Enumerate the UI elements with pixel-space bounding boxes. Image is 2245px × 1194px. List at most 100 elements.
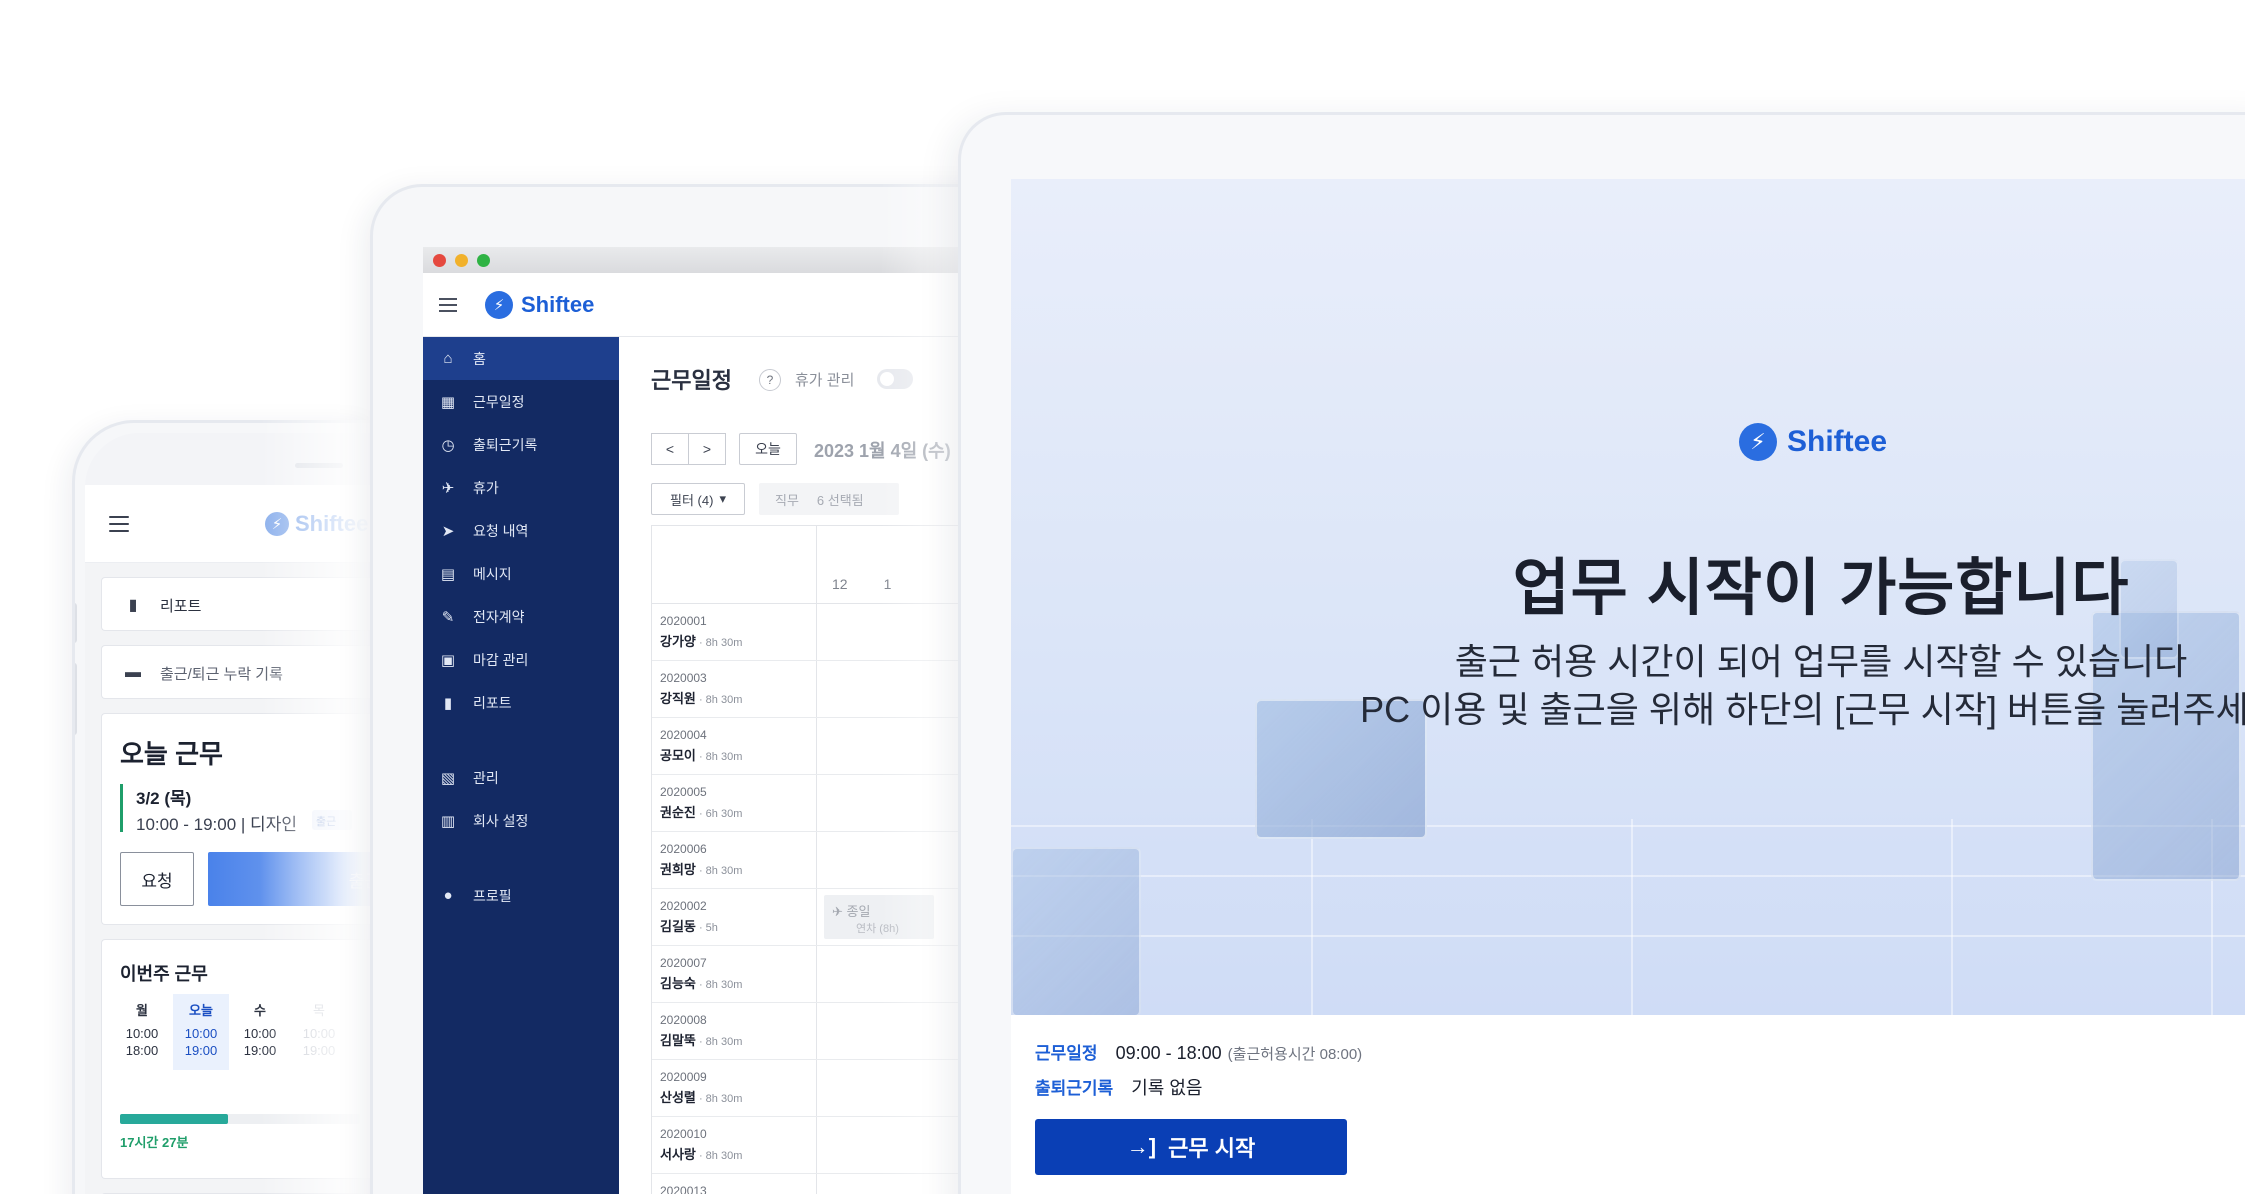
sidebar-item-company-settings[interactable]: ▥ 회사 설정 (423, 799, 619, 842)
sidebar: ⌂ 홈 ▦ 근무일정 ◷ 출퇴근기록 ✈ 휴가 ➤ 요청 내역 ▤ 메시지 ✎ … (423, 337, 619, 1194)
week-day[interactable]: 월 10:00 18:00 (114, 994, 170, 1070)
phone-speaker (295, 463, 343, 468)
close-window-button[interactable] (433, 253, 446, 267)
table-row[interactable]: 2020002 김길동 · 5h ✈ 종일 연차 (8h) (652, 889, 1010, 946)
sidebar-item-schedule[interactable]: ▦ 근무일정 (423, 380, 619, 423)
sidebar-item-label: 출퇴근기록 (473, 436, 538, 453)
leave-toggle[interactable] (877, 369, 913, 389)
employee-hours: 8h 30m (705, 1036, 743, 1048)
record-label: 출퇴근기록 (1035, 1079, 1114, 1098)
minimize-window-button[interactable] (455, 253, 468, 267)
report-row[interactable]: ▮ 리포트 (101, 577, 372, 631)
shift-info: 근무일정 09:00 - 18:00 (출근허용시간 08:00) 출퇴근기록 … (1035, 1039, 1362, 1110)
sidebar-item-label: 요청 내역 (473, 522, 529, 539)
week-day[interactable]: 수 10:00 19:00 (232, 994, 288, 1070)
user-icon: ● (443, 887, 453, 904)
shift-time: 10:00 - 19:00 | 디자인 (136, 815, 297, 834)
table-row[interactable]: 2020013 (652, 1174, 1010, 1194)
hamburger-icon[interactable] (439, 297, 457, 312)
sidebar-item-leave[interactable]: ✈ 휴가 (423, 466, 619, 509)
leave-block[interactable]: ✈ 종일 연차 (8h) (824, 895, 934, 939)
table-row[interactable]: 2020009 산성렬 · 8h 30m (652, 1060, 1010, 1117)
sidebar-item-closing[interactable]: ▣ 마감 관리 (423, 638, 619, 681)
sidebar-item-label: 마감 관리 (473, 651, 529, 668)
today-title: 오늘 근무 (120, 739, 223, 769)
table-row[interactable]: 2020007 김능숙 · 8h 30m (652, 946, 1010, 1003)
employee-name-text: 산성렬 (660, 1090, 696, 1105)
shiftee-logo-icon: ⚡ (1739, 423, 1777, 461)
today-button[interactable]: 오늘 (739, 433, 797, 465)
table-row[interactable]: 2020010 서사랑 · 8h 30m (652, 1117, 1010, 1174)
employee-hours: 8h 30m (705, 694, 743, 706)
employee-hours: 8h 30m (705, 637, 743, 649)
employee-name-text: 공모이 (660, 748, 696, 763)
contract-icon: ✎ (441, 608, 455, 626)
sidebar-item-profile[interactable]: ● 프로필 (423, 874, 619, 917)
employee-name-text: 서사랑 (660, 1147, 696, 1162)
sidebar-item-manage[interactable]: ▧ 관리 (423, 756, 619, 799)
sidebar-item-report[interactable]: ▮ 리포트 (423, 681, 619, 724)
hour-label: 12 (832, 576, 848, 592)
laptop-device: ⚡ Shiftee 업무 시작이 가능합니다 출근 허용 시간이 되어 업무를 … (958, 112, 2245, 1194)
sidebar-item-label: 관리 (473, 769, 499, 786)
send-icon: ➤ (441, 522, 455, 540)
table-row[interactable]: 2020003 강직원 · 8h 30m (652, 661, 1010, 718)
brand-name: Shiftee (521, 291, 595, 317)
week-day[interactable]: 목 10:00 19:00 (291, 994, 347, 1070)
hamburger-icon[interactable] (109, 515, 129, 532)
hero-logo: ⚡ Shiftee (1739, 423, 1887, 461)
schedule-label: 근무일정 (1035, 1044, 1098, 1063)
role-select[interactable]: 직무 6 선택됨 (759, 483, 899, 515)
employee-hours: 5h (705, 922, 718, 934)
employee-hours: 8h 30m (705, 751, 743, 763)
maximize-window-button[interactable] (477, 253, 490, 267)
prev-button[interactable]: < (651, 433, 689, 465)
record-value: 기록 없음 (1131, 1078, 1203, 1098)
role-label: 직무 (775, 492, 799, 508)
app-logo[interactable]: ⚡ Shiftee (485, 290, 595, 319)
help-icon[interactable]: ? (759, 369, 781, 391)
week-day-today[interactable]: 오늘 10:00 19:00 (173, 994, 229, 1070)
brand-name: Shiftee (295, 511, 369, 536)
table-row[interactable]: 2020004 공모이 · 8h 30m (652, 718, 1010, 775)
employee-name-text: 권순진 (660, 805, 696, 820)
table-row[interactable]: 2020005 권순진 · 6h 30m (652, 775, 1010, 832)
week-days: 월 10:00 18:00 오늘 10:00 19:00 수 10:00 19:… (114, 994, 347, 1070)
hour-label: 1 (883, 576, 892, 592)
role-value: 6 선택됨 (816, 492, 864, 508)
sidebar-item-home[interactable]: ⌂ 홈 (423, 337, 619, 380)
schedule-main: 근무일정 ? 휴가 관리 < > 오늘 2023 1월 4일 (수) 필터 (4… (619, 337, 1010, 1194)
work-hours-progress (120, 1114, 360, 1124)
phone-logo[interactable]: ⚡ Shiftee (265, 511, 368, 537)
report-label: 리포트 (160, 597, 202, 615)
today-shift-card: 오늘 근무 3/2 (목) 10:00 - 19:00 | 디자인 출근 요청 … (101, 713, 372, 925)
filter-button[interactable]: 필터 (4) ▾ (651, 483, 745, 515)
phone-side-button (75, 603, 77, 643)
page-title: 근무일정 (651, 368, 732, 393)
sidebar-item-label: 홈 (473, 350, 486, 367)
start-work-button[interactable]: →] 근무 시작 (1035, 1119, 1347, 1175)
shift-color-bar (120, 784, 123, 832)
table-row[interactable]: 2020008 김말뚝 · 8h 30m (652, 1003, 1010, 1060)
table-row[interactable]: 2020006 권희망 · 8h 30m (652, 832, 1010, 889)
work-hours-total: 17시간 27분 (120, 1135, 189, 1150)
employee-name-text: 김말뚝 (660, 1033, 696, 1048)
employee-name-text: 강직원 (660, 691, 696, 706)
browser-window: ⚡ Shiftee ⌂ 홈 ▦ 근무일정 ◷ 출퇴근기록 ✈ 휴가 ➤ 요청 내… (423, 247, 1010, 1194)
week-title: 이번주 근무 (120, 964, 208, 984)
missing-record-row[interactable]: ▬ 출근/퇴근 누락 기록 (101, 645, 372, 699)
clock-in-button[interactable]: 출근 (208, 852, 372, 906)
sidebar-item-label: 프로필 (473, 887, 512, 904)
next-button[interactable]: > (688, 433, 726, 465)
table-row[interactable]: 2020001 강가양 · 8h 30m (652, 604, 1010, 661)
login-arrow-icon: →] (1126, 1134, 1157, 1159)
shift-date: 3/2 (목) (136, 789, 192, 808)
brand-name: Shiftee (1787, 425, 1888, 458)
request-button[interactable]: 요청 (120, 852, 194, 906)
sidebar-item-messages[interactable]: ▤ 메시지 (423, 552, 619, 595)
sidebar-item-attendance[interactable]: ◷ 출퇴근기록 (423, 423, 619, 466)
calendar-icon: ▦ (440, 393, 456, 411)
sidebar-item-requests[interactable]: ➤ 요청 내역 (423, 509, 619, 552)
employee-name-text: 김길동 (660, 919, 696, 934)
sidebar-item-contracts[interactable]: ✎ 전자계약 (423, 595, 619, 638)
